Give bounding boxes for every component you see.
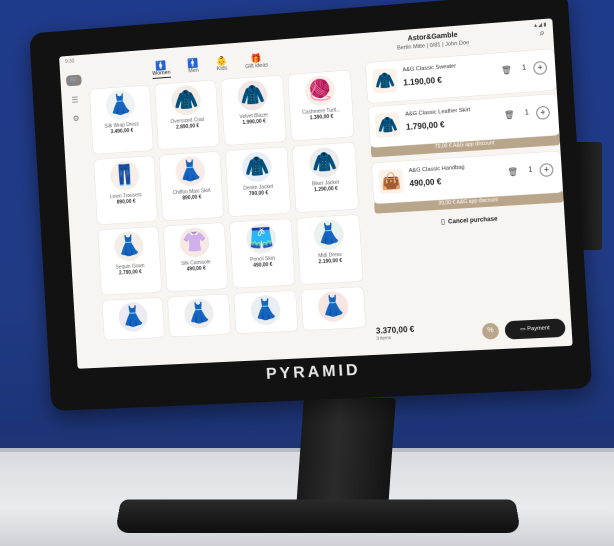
discount-percent-button[interactable]: % bbox=[482, 323, 500, 340]
card-icon: ▭ bbox=[520, 326, 526, 332]
product-price: 890,00 € bbox=[182, 194, 201, 201]
product-price: 1.390,00 € bbox=[310, 114, 334, 122]
stand-neck bbox=[296, 398, 396, 508]
product-image: 👖 bbox=[109, 160, 140, 191]
product-tile[interactable]: 🩳 Pencil Skirt 490,00 € bbox=[230, 219, 295, 288]
store-header: Astor&Gamble Berlin Mitte | 0/81 | John … bbox=[396, 31, 469, 52]
tab-women[interactable]: 🚺 Women bbox=[152, 60, 171, 79]
order-panel: 🧥 A&G Classic Sweater 1.190,00 € 🗑 1 + 🧥… bbox=[366, 49, 565, 230]
product-tile[interactable]: 👗 Sequin Gown 2.790,00 € bbox=[98, 227, 161, 295]
payment-label: Payment bbox=[527, 325, 550, 332]
trash-icon[interactable]: 🗑 bbox=[501, 65, 512, 75]
product-image: 🩳 bbox=[246, 223, 277, 255]
product-image: 🧥 bbox=[308, 147, 340, 179]
pos-screen: 9:30 ▲◢ ▮ 🛒 ☰ ⚙ 🚺 Women 🚹 Men 👶 Kids 🎁 G… bbox=[59, 18, 573, 368]
product-image: 👗 bbox=[250, 294, 281, 325]
product-price: 1.290,00 € bbox=[314, 186, 338, 193]
product-tile[interactable]: 🧶 Cashmere Turtl... 1.390,00 € bbox=[288, 70, 354, 140]
product-image: 👗 bbox=[105, 89, 136, 120]
category-tabs: 🚺 Women 🚹 Men 👶 Kids 🎁 Gift ideas bbox=[152, 52, 269, 79]
scene: 9:30 ▲◢ ▮ 🛒 ☰ ⚙ 🚺 Women 🚹 Men 👶 Kids 🎁 G… bbox=[0, 0, 614, 546]
order-line-name: A&G Classic Handbag bbox=[409, 165, 465, 175]
order-line-name: A&G Classic Leather Skirt bbox=[405, 107, 470, 118]
product-tile[interactable]: 👗 Chiffon Maxi Skirt 890,00 € bbox=[159, 152, 223, 221]
cancel-purchase-button[interactable]: ▯ Cancel purchase bbox=[375, 211, 564, 230]
tab-men[interactable]: 🚹 Men bbox=[187, 58, 199, 77]
tab-label: Gift ideas bbox=[245, 62, 268, 70]
order-line-qty: 1 bbox=[525, 109, 529, 116]
product-thumbnail: 🧥 bbox=[375, 112, 401, 138]
plus-button[interactable]: + bbox=[533, 61, 547, 75]
trash-icon[interactable]: 🗑 bbox=[504, 110, 515, 120]
stand-base bbox=[115, 499, 521, 533]
product-thumbnail: 👜 bbox=[378, 169, 404, 195]
order-line-qty: 1 bbox=[522, 64, 526, 71]
product-image: 🧶 bbox=[304, 74, 336, 106]
product-tile[interactable]: 🧥 Biker Jacket 1.290,00 € bbox=[292, 142, 358, 212]
product-price: 3.490,00 € bbox=[110, 128, 133, 135]
cancel-icon: ▯ bbox=[441, 219, 445, 226]
pos-monitor: 9:30 ▲◢ ▮ 🛒 ☰ ⚙ 🚺 Women 🚹 Men 👶 Kids 🎁 G… bbox=[29, 0, 592, 411]
product-price: 1.990,00 € bbox=[242, 118, 266, 126]
cart-button[interactable]: 🛒 bbox=[66, 75, 82, 87]
product-price: 490,00 € bbox=[253, 262, 273, 269]
plus-button[interactable]: + bbox=[536, 106, 550, 120]
product-tile[interactable]: 👗 bbox=[234, 291, 298, 334]
product-image: 👗 bbox=[118, 301, 149, 332]
product-price: 2.190,00 € bbox=[318, 258, 342, 265]
order-line-price: 1.790,00 € bbox=[406, 120, 445, 132]
cart-summary: 3.370,00 € 3 items bbox=[376, 325, 415, 341]
cancel-label: Cancel purchase bbox=[448, 217, 498, 226]
tab-kids[interactable]: 👶 Kids bbox=[216, 56, 228, 75]
status-time: 9:30 bbox=[65, 58, 75, 65]
tab-gift-ideas[interactable]: 🎁 Gift ideas bbox=[244, 52, 268, 72]
tab-label: Women bbox=[152, 70, 171, 77]
product-image: 👗 bbox=[114, 231, 145, 262]
search-icon[interactable]: ⌕ bbox=[539, 27, 545, 39]
cart-items-count: 3 items bbox=[376, 334, 415, 341]
product-image: 👗 bbox=[317, 291, 349, 323]
product-tile[interactable]: 🧥 Denim Jacket 790,00 € bbox=[225, 147, 290, 216]
product-grid: 👗 Silk Wrap Dress 3.490,00 € 🧥 Oversized Coa… bbox=[90, 70, 376, 340]
product-image: 👗 bbox=[175, 156, 206, 188]
product-price: 490,00 € bbox=[187, 266, 206, 273]
product-tile[interactable]: 👗 Silk Wrap Dress 3.490,00 € bbox=[90, 85, 153, 154]
product-tile[interactable]: 🧥 Oversized Coat 2.890,00 € bbox=[155, 80, 219, 149]
cart-icon: 🛒 bbox=[69, 77, 78, 84]
menu-icon[interactable]: ☰ bbox=[67, 95, 83, 105]
product-tile[interactable]: 👖 Linen Trousers 890,00 € bbox=[94, 156, 157, 225]
product-tile[interactable]: 👚 Silk Camisole 490,00 € bbox=[163, 223, 227, 292]
product-tile[interactable]: 🧥 Velvet Blazer 1.990,00 € bbox=[221, 75, 286, 145]
plus-button[interactable]: + bbox=[539, 163, 553, 177]
left-rail: 🛒 ☰ ⚙ bbox=[66, 74, 86, 123]
order-line-price: 490,00 € bbox=[409, 177, 441, 188]
product-image: 👚 bbox=[179, 227, 210, 258]
product-tile[interactable]: 👗 bbox=[102, 298, 164, 340]
product-image: 🧥 bbox=[237, 79, 268, 111]
tab-label: Men bbox=[188, 68, 199, 75]
product-image: 👗 bbox=[183, 298, 214, 329]
order-line-name: A&G Classic Sweater bbox=[402, 63, 456, 73]
payment-button[interactable]: ▭ Payment bbox=[504, 318, 565, 339]
product-tile[interactable]: 👗 Midi Dress 2.190,00 € bbox=[297, 215, 363, 285]
trash-icon[interactable]: 🗑 bbox=[507, 167, 518, 177]
product-tile[interactable]: 👗 bbox=[301, 287, 365, 330]
settings-icon[interactable]: ⚙ bbox=[68, 114, 84, 124]
order-line-price: 1.190,00 € bbox=[403, 76, 442, 88]
product-image: 🧥 bbox=[241, 151, 272, 183]
product-price: 2.790,00 € bbox=[119, 269, 142, 276]
product-price: 890,00 € bbox=[117, 199, 136, 206]
product-price: 2.890,00 € bbox=[176, 123, 199, 131]
cart-total: 3.370,00 € bbox=[376, 325, 415, 336]
product-image: 👗 bbox=[313, 219, 345, 251]
product-price: 790,00 € bbox=[249, 190, 269, 197]
product-tile[interactable]: 👗 bbox=[168, 294, 231, 337]
product-thumbnail: 🧥 bbox=[372, 68, 398, 94]
tab-label: Kids bbox=[217, 65, 228, 72]
order-line-qty: 1 bbox=[528, 166, 533, 173]
product-image: 🧥 bbox=[171, 84, 202, 116]
